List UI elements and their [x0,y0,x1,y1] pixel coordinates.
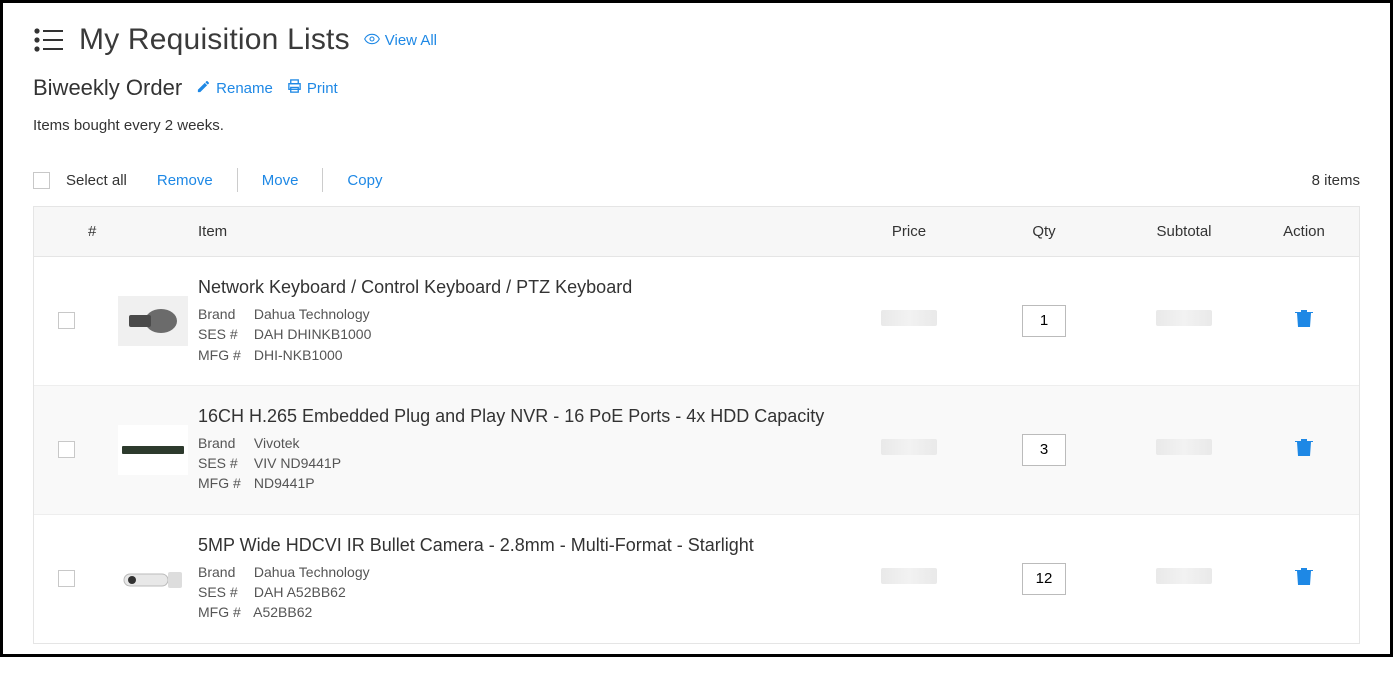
table-row: 5MP Wide HDCVI IR Bullet Camera - 2.8mm … [34,515,1359,643]
trash-icon [1295,573,1313,590]
brand-label: Brand [198,562,250,582]
subtotal-value [1156,439,1212,455]
trash-icon [1295,315,1313,332]
copy-link[interactable]: Copy [339,170,390,191]
mfg-label: MFG # [198,473,250,493]
move-link[interactable]: Move [254,170,307,191]
ses-value: DAH A52BB62 [254,584,346,600]
price-value [881,310,937,326]
price-value [881,439,937,455]
brand-value: Vivotek [254,435,300,451]
col-subtotal: Subtotal [1109,223,1259,240]
product-thumbnail [118,425,188,475]
col-action: Action [1259,223,1349,240]
col-item: Item [198,223,839,240]
mfg-value: ND9441P [254,475,315,491]
qty-input[interactable] [1022,434,1066,466]
list-name: Biweekly Order [33,75,182,101]
col-qty: Qty [979,223,1109,240]
ses-label: SES # [198,453,250,473]
separator [237,168,238,192]
view-all-link[interactable]: View All [364,32,437,49]
remove-link[interactable]: Remove [149,170,221,191]
product-title[interactable]: 5MP Wide HDCVI IR Bullet Camera - 2.8mm … [198,535,839,556]
page-header: My Requisition Lists View All [33,23,1360,57]
mfg-value: A52BB62 [253,604,312,620]
product-title[interactable]: Network Keyboard / Control Keyboard / PT… [198,277,839,298]
ses-value: DAH DHINKB1000 [254,326,372,342]
product-thumbnail [118,296,188,346]
qty-input[interactable] [1022,563,1066,595]
table-row: Network Keyboard / Control Keyboard / PT… [34,257,1359,386]
table-header: # Item Price Qty Subtotal Action [34,207,1359,257]
print-label: Print [307,80,338,97]
toolbar: Select all Remove Move Copy 8 items [33,168,1360,192]
requisition-table: # Item Price Qty Subtotal Action Network… [33,206,1360,644]
row-checkbox[interactable] [58,441,75,458]
row-checkbox[interactable] [58,312,75,329]
mfg-label: MFG # [198,345,250,365]
col-price: Price [839,223,979,240]
mfg-value: DHI-NKB1000 [254,347,343,363]
subtotal-value [1156,568,1212,584]
brand-label: Brand [198,433,250,453]
list-description: Items bought every 2 weeks. [33,117,1360,134]
select-all-label: Select all [66,172,127,189]
delete-button[interactable] [1295,444,1313,461]
ses-label: SES # [198,324,250,344]
brand-value: Dahua Technology [254,564,370,580]
qty-input[interactable] [1022,305,1066,337]
ses-label: SES # [198,582,250,602]
separator [322,168,323,192]
row-checkbox[interactable] [58,570,75,587]
product-title[interactable]: 16CH H.265 Embedded Plug and Play NVR - … [198,406,839,427]
trash-icon [1295,444,1313,461]
item-count: 8 items [1312,172,1360,189]
select-all-checkbox[interactable] [33,172,50,189]
delete-button[interactable] [1295,315,1313,332]
rename-label: Rename [216,80,273,97]
view-all-label: View All [385,32,437,49]
product-thumbnail [118,554,188,604]
table-row: 16CH H.265 Embedded Plug and Play NVR - … [34,386,1359,515]
list-meta: Biweekly Order Rename Print [33,75,1360,101]
rename-button[interactable]: Rename [196,79,273,98]
eye-icon [364,32,380,49]
col-num: # [88,223,118,240]
pencil-icon [196,79,211,98]
ses-value: VIV ND9441P [254,455,341,471]
mfg-label: MFG # [198,602,250,622]
delete-button[interactable] [1295,573,1313,590]
brand-value: Dahua Technology [254,306,370,322]
brand-label: Brand [198,304,250,324]
price-value [881,568,937,584]
print-button[interactable]: Print [287,79,338,98]
list-icon [33,27,65,53]
subtotal-value [1156,310,1212,326]
print-icon [287,79,302,98]
page-title: My Requisition Lists [79,23,350,57]
